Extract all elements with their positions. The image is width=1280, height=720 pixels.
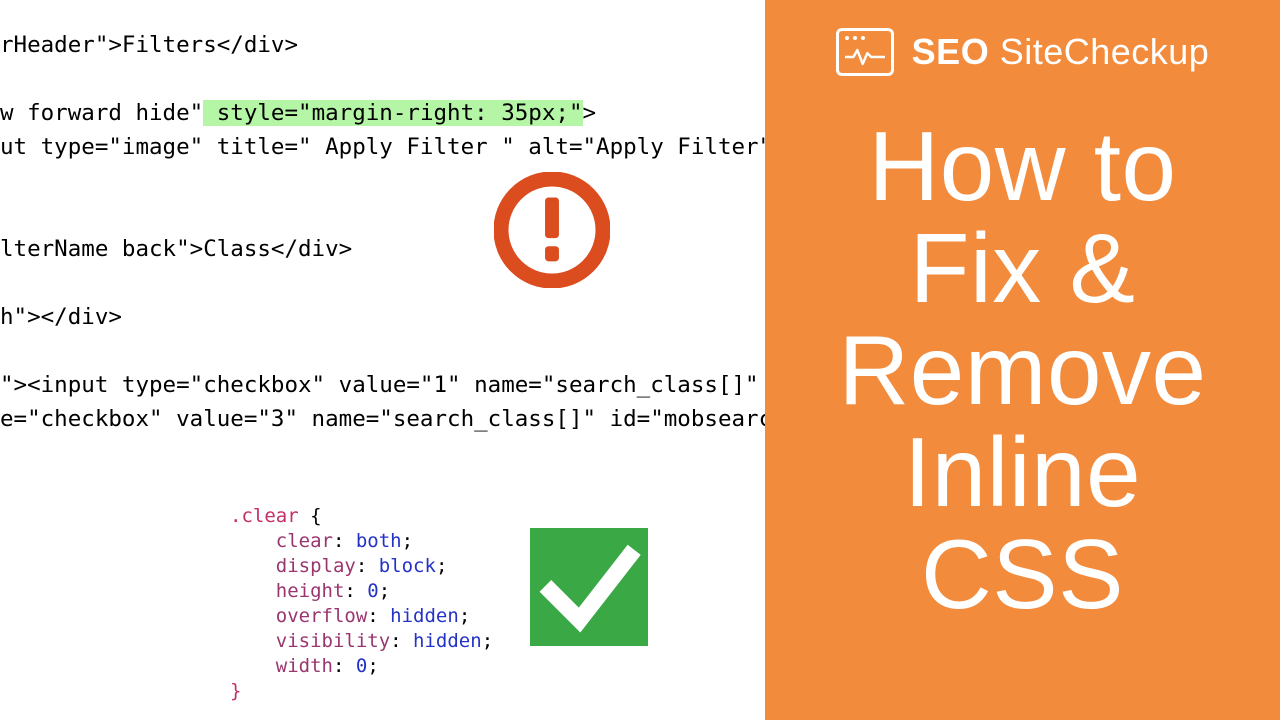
brand-name: SEO SiteCheckup (912, 31, 1210, 73)
headline-text: How toFix &RemoveInlineCSS (765, 116, 1280, 626)
inline-style-highlight: style="margin-right: 35px;" (203, 100, 582, 126)
code-line: lterName back">Class</div> (0, 232, 765, 266)
title-panel: SEO SiteCheckup How toFix &RemoveInlineC… (765, 0, 1280, 720)
css-rule-block: .clear { clear: both; display: block; he… (230, 504, 493, 704)
code-line: rHeader">Filters</div> (0, 28, 765, 62)
code-line: "><input type="checkbox" value="1" name=… (0, 368, 765, 402)
code-line-highlighted: w forward hide" style="margin-right: 35p… (0, 96, 765, 130)
brand-row: SEO SiteCheckup (765, 28, 1280, 76)
warning-icon (494, 172, 610, 288)
check-icon (530, 528, 648, 646)
code-line: e="checkbox" value="3" name="search_clas… (0, 402, 765, 436)
code-line: h"></div> (0, 300, 765, 334)
pulse-logo-icon (836, 28, 894, 76)
thumbnail-graphic: rHeader">Filters</div> w forward hide" s… (0, 0, 1280, 720)
code-line: ut type="image" title=" Apply Filter " a… (0, 130, 765, 164)
